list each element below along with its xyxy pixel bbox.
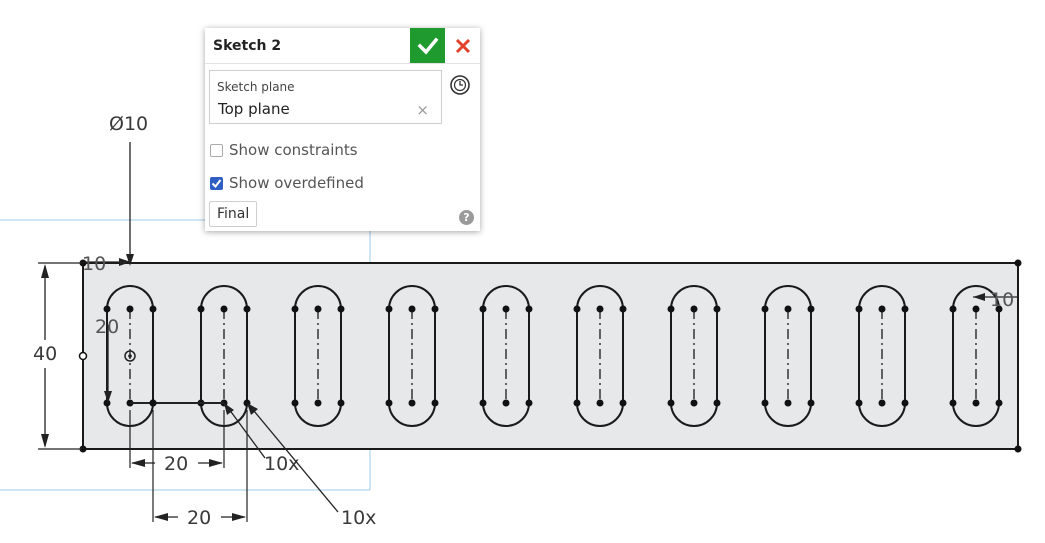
pattern-count-b-text: 10x (341, 507, 376, 529)
sketch-point[interactable] (901, 305, 909, 313)
sketch-point[interactable] (972, 399, 980, 407)
header-divider (205, 63, 480, 64)
sketch-point[interactable] (619, 399, 627, 407)
sketch-point[interactable] (197, 305, 205, 313)
close-icon (455, 38, 470, 53)
sketch-point[interactable] (807, 399, 815, 407)
sketch-point[interactable] (713, 399, 721, 407)
slot-height-dimension-text: 20 (95, 316, 119, 338)
sketch-point[interactable] (690, 399, 698, 407)
sketch-point[interactable] (525, 305, 533, 313)
sketch-point[interactable] (479, 305, 487, 313)
sketch-plane-label: Sketch plane (217, 80, 295, 94)
sketch-point[interactable] (243, 305, 251, 313)
slot-6[interactable] (573, 285, 627, 427)
sketch-point[interactable] (573, 399, 581, 407)
slot-5[interactable] (479, 285, 533, 427)
width-dimension-text: 40 (33, 343, 57, 365)
sketch-point[interactable] (949, 399, 957, 407)
sketch-point[interactable] (314, 399, 322, 407)
diameter-dimension[interactable]: Ø10 (109, 113, 148, 266)
clear-selection-icon[interactable]: × (416, 101, 429, 119)
sketch-point[interactable] (314, 305, 322, 313)
sketch-point[interactable] (667, 399, 675, 407)
sketch-point[interactable] (901, 399, 909, 407)
right-offset-dimension-text: 10 (990, 289, 1014, 311)
show-overdefined-label: Show overdefined (229, 174, 364, 192)
sketch-point[interactable] (995, 399, 1003, 407)
final-button[interactable]: Final (209, 201, 258, 227)
checkmark-icon (417, 37, 438, 55)
ok-button[interactable] (410, 28, 445, 63)
sketch-point[interactable] (949, 305, 957, 313)
sketch-point[interactable] (408, 305, 416, 313)
cancel-button[interactable] (445, 28, 480, 63)
sketch-point[interactable] (761, 399, 769, 407)
sketch-point[interactable] (878, 399, 886, 407)
slot-8[interactable] (761, 285, 815, 427)
sketch-dialog: Sketch 2 Sketch plane Top plane × Show c… (205, 28, 480, 231)
pattern-count-a-text: 10x (264, 453, 299, 475)
sketch-point[interactable] (385, 399, 393, 407)
sketch-point[interactable] (807, 305, 815, 313)
sketch-point[interactable] (291, 305, 299, 313)
diameter-dimension-text: Ø10 (109, 113, 148, 135)
sketch-point[interactable] (784, 305, 792, 313)
pitch-dimension-a-text: 20 (164, 453, 188, 475)
slot-4[interactable] (385, 285, 439, 427)
slot-7[interactable] (667, 285, 721, 427)
sketch-point[interactable] (103, 305, 111, 313)
show-constraints-label: Show constraints (229, 141, 358, 159)
show-overdefined-checkbox[interactable] (210, 176, 223, 190)
sketch-point[interactable] (408, 399, 416, 407)
sketch-point[interactable] (573, 305, 581, 313)
sketch-point[interactable] (855, 305, 863, 313)
sketch-point[interactable] (784, 399, 792, 407)
sketch-plane-value: Top plane (218, 100, 290, 118)
sketch-point[interactable] (103, 399, 111, 407)
sketch-point[interactable] (690, 305, 698, 313)
sketch-point[interactable] (291, 399, 299, 407)
checkmark-icon (211, 178, 222, 188)
sketch-point[interactable] (149, 305, 157, 313)
show-constraints-checkbox[interactable] (210, 143, 223, 157)
edge-midpoint[interactable] (78, 351, 88, 361)
sketch-point[interactable] (878, 305, 886, 313)
sketch-point[interactable] (502, 305, 510, 313)
clock-icon[interactable] (449, 74, 471, 96)
width-dimension[interactable]: 40 (33, 262, 82, 450)
sketch-point[interactable] (761, 305, 769, 313)
sketch-point[interactable] (667, 305, 675, 313)
sketch-point[interactable] (479, 399, 487, 407)
sketch-point[interactable] (713, 305, 721, 313)
sketch-point[interactable] (619, 305, 627, 313)
show-overdefined-row[interactable]: Show overdefined (210, 174, 364, 192)
sketch-point[interactable] (220, 305, 228, 313)
sketch-point[interactable] (525, 399, 533, 407)
sketch-point[interactable] (596, 305, 604, 313)
sketch-point[interactable] (431, 305, 439, 313)
dialog-title: Sketch 2 (213, 38, 282, 54)
sketch-point[interactable] (337, 305, 345, 313)
slot-3[interactable] (291, 285, 345, 427)
sketch-point[interactable] (126, 305, 134, 313)
slot-9[interactable] (855, 285, 909, 427)
show-constraints-row[interactable]: Show constraints (210, 141, 358, 159)
sketch-point[interactable] (337, 399, 345, 407)
sketch-point[interactable] (431, 399, 439, 407)
sketch-point[interactable] (855, 399, 863, 407)
left-offset-dimension-text: 10 (82, 253, 106, 275)
help-icon[interactable]: ? (459, 210, 474, 225)
sketch-point[interactable] (502, 399, 510, 407)
sketch-canvas[interactable]: Ø10 40 10 10 20 20 20 10x 10x (0, 0, 1045, 543)
sketch-point[interactable] (596, 399, 604, 407)
pattern-midpoint[interactable] (149, 399, 157, 407)
sketch-plane-field[interactable]: Sketch plane Top plane × (209, 70, 442, 124)
sketch-point[interactable] (972, 305, 980, 313)
sketch-point[interactable] (385, 305, 393, 313)
pitch-dimension-b-text: 20 (187, 507, 211, 529)
slot-2[interactable] (197, 285, 251, 427)
